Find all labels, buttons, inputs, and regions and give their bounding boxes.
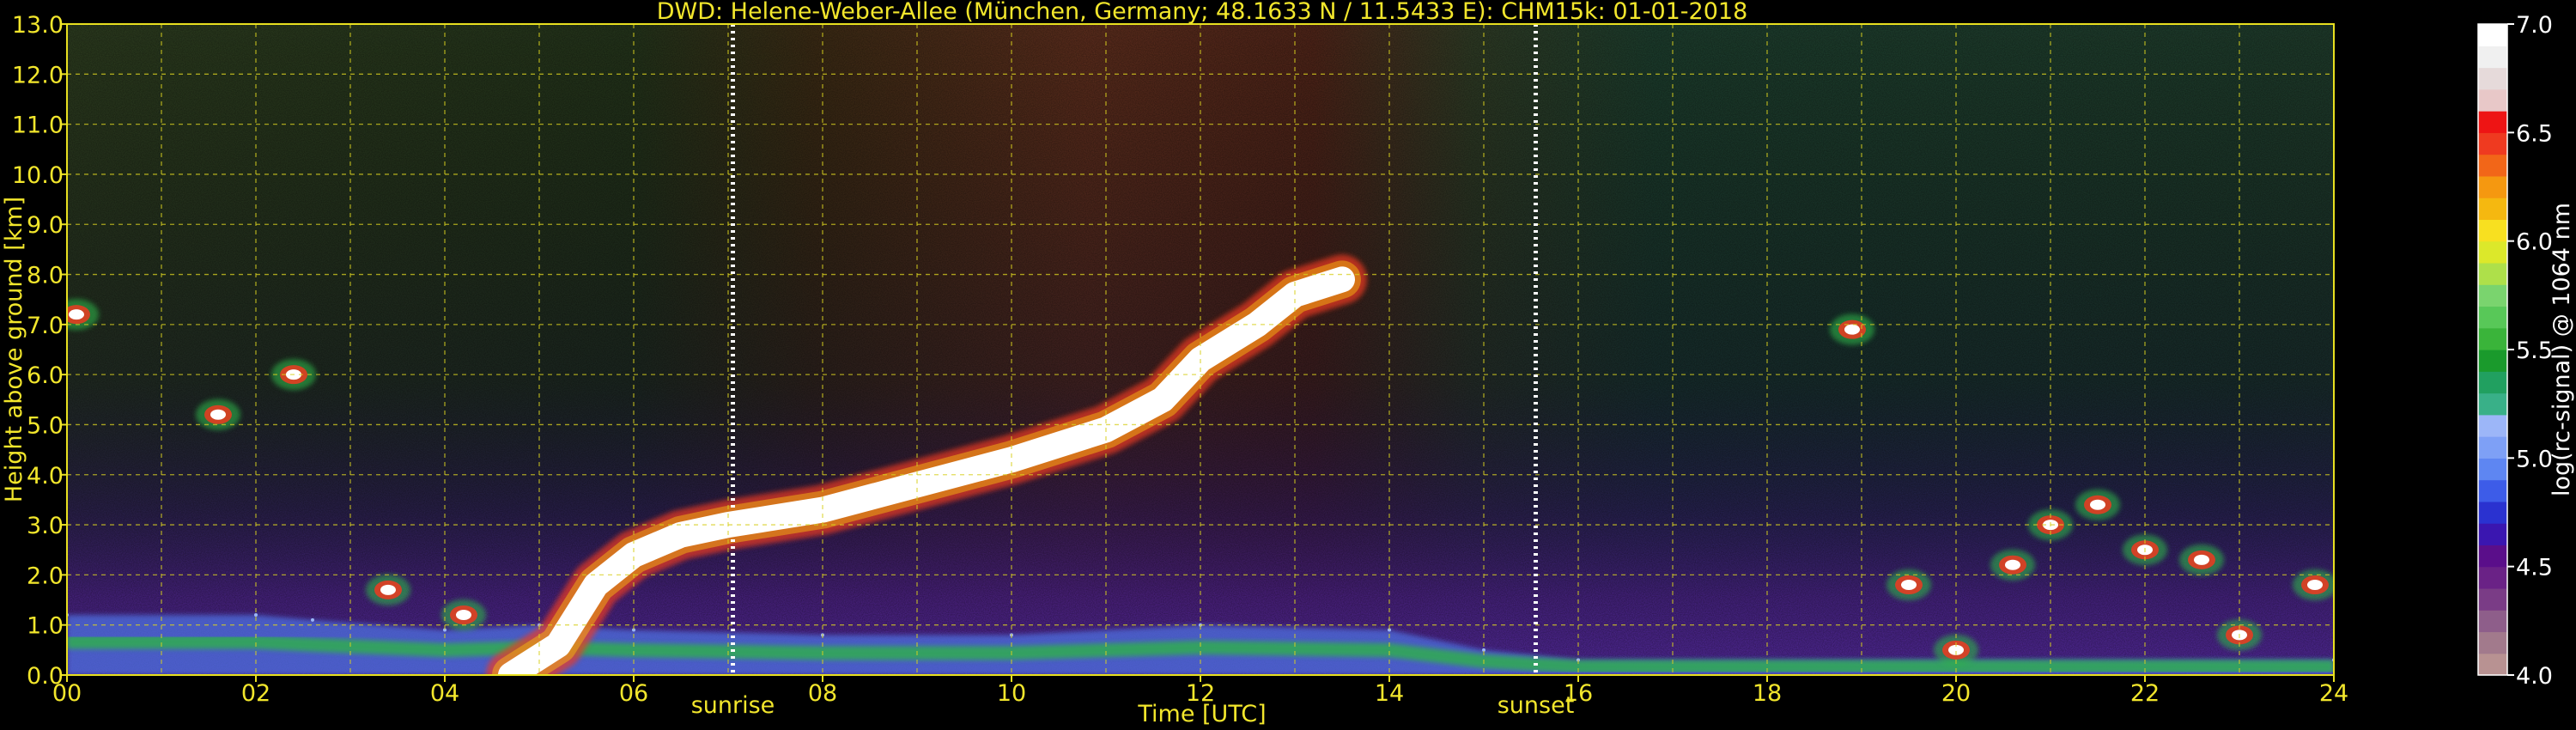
colorbar-segment — [2478, 262, 2507, 285]
y-tick-label: 11.0 — [12, 113, 64, 139]
colorbar-segment — [2478, 111, 2507, 133]
x-tick-label: 14 — [1375, 680, 1404, 707]
colorbar: 4.0 4.5 5.0 5.5 6.0 6.5 7.0 — [2477, 12, 2553, 690]
y-tick-label: 5.0 — [27, 412, 64, 439]
colorbar-segment — [2478, 284, 2507, 307]
colorbar-tick-label: 6.0 — [2516, 229, 2553, 256]
colorbar-tick-label: 5.5 — [2516, 338, 2553, 364]
colorbar-segment — [2478, 566, 2507, 589]
colorbar-segment — [2478, 631, 2507, 654]
y-tick-label: 0.0 — [27, 663, 64, 690]
colorbar-segment — [2478, 88, 2507, 112]
x-tick-label: 02 — [241, 680, 270, 707]
colorbar-segment — [2478, 653, 2507, 676]
cloud-layer-point-2 — [593, 582, 598, 588]
x-tick-label: 16 — [1564, 680, 1593, 707]
y-tick-label: 3.0 — [27, 513, 64, 539]
x-tick-label: 24 — [2319, 680, 2348, 707]
colorbar-tick-label: 5.0 — [2516, 446, 2553, 472]
cloud-patch-core-5 — [1844, 324, 1860, 335]
cloud-layer-point-14 — [1340, 277, 1345, 283]
colorbar-segment — [2478, 587, 2507, 611]
y-tick-label: 7.0 — [27, 313, 64, 339]
colorbar-segment — [2478, 544, 2507, 568]
colorbar-segment — [2478, 198, 2507, 220]
cloud-patch-core-6 — [1901, 580, 1917, 591]
colorbar-segment — [2478, 523, 2507, 545]
cloud-layer-point-8 — [1009, 457, 1014, 463]
cloud-patch-core-12 — [2194, 554, 2209, 565]
cloud-layer-point-1 — [556, 642, 561, 648]
colorbar-tick-label: 7.0 — [2516, 12, 2553, 39]
colorbar-segment — [2478, 132, 2507, 155]
cloud-patch-core-14 — [2307, 580, 2323, 591]
y-tick-label: 13.0 — [12, 12, 64, 39]
y-tick-label: 9.0 — [27, 212, 64, 239]
x-tick-label: 04 — [430, 680, 459, 707]
colorbar-segment — [2478, 414, 2507, 437]
cloud-layer-point-4 — [678, 532, 683, 538]
marker-label-sunrise: sunrise — [691, 692, 775, 719]
colorbar-segment — [2478, 46, 2507, 69]
colorbar-segment — [2478, 610, 2507, 633]
colorbar-tick-label: 6.5 — [2516, 120, 2553, 147]
colorbar-segment — [2478, 327, 2507, 350]
y-tick-label: 8.0 — [27, 263, 64, 289]
y-tick-label: 12.0 — [12, 62, 64, 88]
colorbar-segment — [2478, 67, 2507, 90]
x-tick-label: 10 — [997, 680, 1026, 707]
aerosol-point-2 — [311, 617, 314, 622]
cloud-patch-core-8 — [2005, 559, 2020, 570]
cloud-patch-core-1 — [210, 409, 226, 420]
aerosol-point-1 — [254, 613, 258, 617]
x-tick-label: 18 — [1753, 680, 1782, 707]
colorbar-segment — [2478, 479, 2507, 502]
colorbar-segment — [2478, 306, 2507, 329]
y-axis-label: Height above ground [km] — [1, 197, 27, 502]
x-tick-label: 08 — [808, 680, 837, 707]
colorbar-segment — [2478, 219, 2507, 242]
colorbar-tick-label: 4.0 — [2516, 663, 2553, 690]
x-tick-label: 22 — [2130, 680, 2160, 707]
colorbar-segment — [2478, 24, 2507, 46]
y-tick-label: 2.0 — [27, 563, 64, 589]
colorbar-segment — [2478, 501, 2507, 524]
colorbar-segment — [2478, 436, 2507, 459]
cloud-layer-point-10 — [1160, 397, 1165, 403]
colorbar-segment — [2478, 371, 2507, 394]
colorbar-segment — [2478, 154, 2507, 177]
colorbar-segment — [2478, 175, 2507, 198]
colorbar-segment — [2478, 458, 2507, 481]
colorbar-tick-label: 4.5 — [2516, 555, 2553, 581]
plot-area — [67, 24, 2334, 675]
cloud-patch-core-3 — [380, 584, 396, 595]
x-tick-label: 06 — [619, 680, 648, 707]
cloud-patch-core-10 — [2090, 499, 2105, 510]
chart-title: DWD: Helene-Weber-Allee (München, German… — [657, 0, 1748, 25]
colorbar-label: log(rc-signal) @ 1064 nm — [2549, 203, 2575, 496]
colorbar-segment — [2478, 392, 2507, 416]
x-tick-label: 20 — [1941, 680, 1971, 707]
colorbar-segment — [2478, 350, 2507, 372]
x-axis-label: Time [UTC] — [1137, 701, 1266, 727]
y-tick-label: 4.0 — [27, 463, 64, 490]
colorbar-segment — [2478, 240, 2507, 264]
y-tick-label: 10.0 — [12, 162, 64, 189]
y-tick-label: 1.0 — [27, 613, 64, 640]
chart: sunrise sunset 00 02 04 06 08 10 12 14 16 18 20 22 24… — [1, 0, 2575, 727]
cloud-patch-core-4 — [456, 610, 471, 621]
y-tick-label: 6.0 — [27, 362, 64, 389]
cloud-patch-core-0 — [69, 309, 84, 320]
